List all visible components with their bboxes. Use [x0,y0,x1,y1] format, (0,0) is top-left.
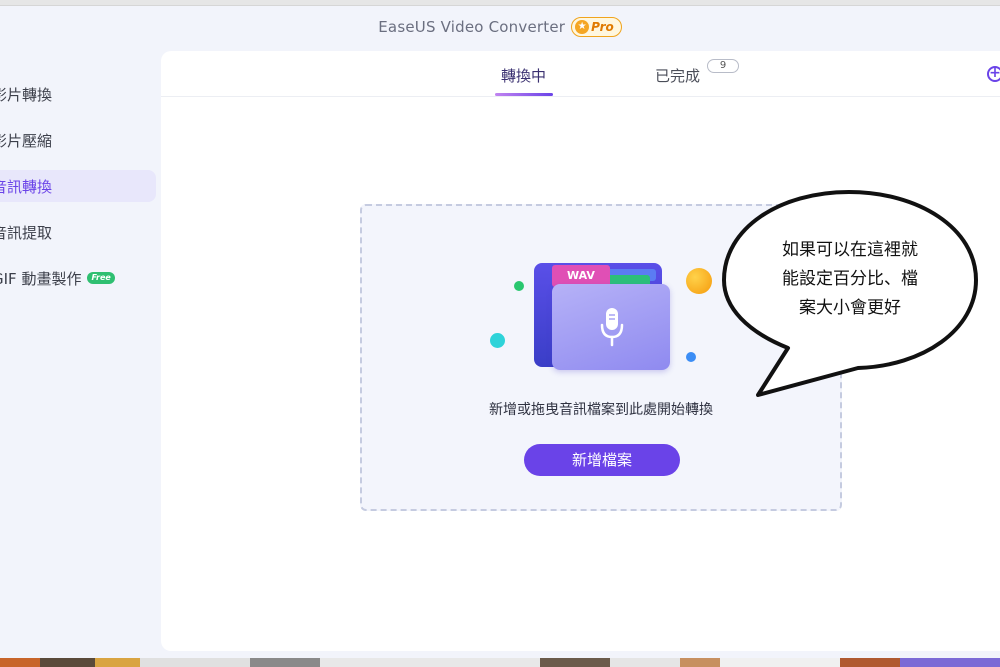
sidebar-item-video-compress[interactable]: 影片壓縮 [0,124,160,156]
decor-dot-orange [686,268,712,294]
star-icon: ★ [575,20,590,34]
sidebar-item-gif-maker[interactable]: GIF 動畫製作 Free [0,262,160,294]
add-file-button[interactable]: 新增檔案 [524,444,680,476]
sidebar-item-label: GIF 動畫製作 [0,269,82,288]
drop-hint-text: 新增或拖曳音訊檔案到此處開始轉換 [489,402,713,418]
tab-completed[interactable]: 已完成 [655,65,700,86]
decor-dot-blue [686,352,696,362]
active-tab-indicator [495,93,553,96]
desktop-bottom-strip [0,658,1000,667]
sidebar-item-label: 影片轉換 [0,85,53,104]
sidebar-item-label: 影片壓縮 [0,131,53,150]
app-title-bar: EaseUS Video Converter ★ Pro [0,17,1000,37]
sidebar-item-audio-extract[interactable]: 音訊提取 [0,216,160,248]
microphone-icon [600,308,624,347]
sidebar-item-video-convert[interactable]: 影片轉換 [0,78,160,110]
audio-folder-illustration: WAV [482,253,712,373]
tab-bar: 轉換中 已完成 9 + [161,51,1000,97]
tab-converting[interactable]: 轉換中 [501,65,546,86]
sidebar-item-label: 音訊提取 [0,223,53,242]
pro-label: Pro [591,20,614,34]
file-drop-zone[interactable]: WAV 新增或拖曳音訊檔案到此處開始轉換 新增檔案 [360,204,842,511]
folder-front-icon [552,284,670,370]
sidebar-item-audio-convert[interactable]: 音訊轉換 [0,170,156,202]
main-panel: 轉換中 已完成 9 + WAV 新增或拖曳音訊檔案到此處開始轉換 新增檔案 [161,51,1000,651]
desktop-top-strip [0,0,1000,6]
sidebar-item-label: 音訊轉換 [0,177,53,196]
decor-dot-cyan [490,333,505,348]
decor-dot-green [514,281,524,291]
add-circle-icon[interactable]: + [987,66,1000,82]
app-title: EaseUS Video Converter [378,18,566,36]
free-badge: Free [87,272,115,284]
pro-badge[interactable]: ★ Pro [571,17,622,37]
sidebar: 影片轉換 影片壓縮 音訊轉換 音訊提取 GIF 動畫製作 Free [0,78,160,308]
completed-count-badge: 9 [707,59,739,73]
